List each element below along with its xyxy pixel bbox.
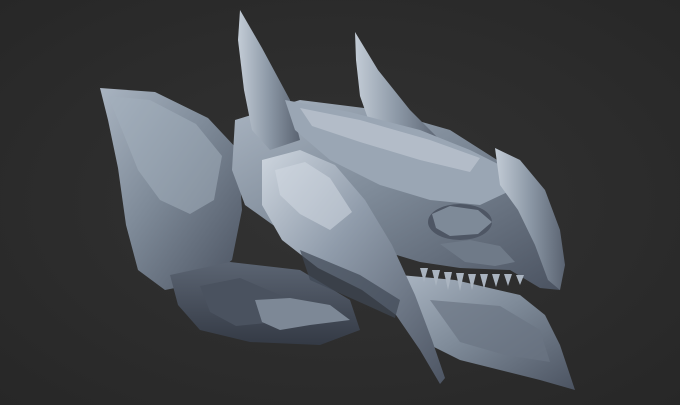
sculpt-render[interactable] <box>0 0 680 405</box>
3d-viewport[interactable] <box>0 0 680 405</box>
